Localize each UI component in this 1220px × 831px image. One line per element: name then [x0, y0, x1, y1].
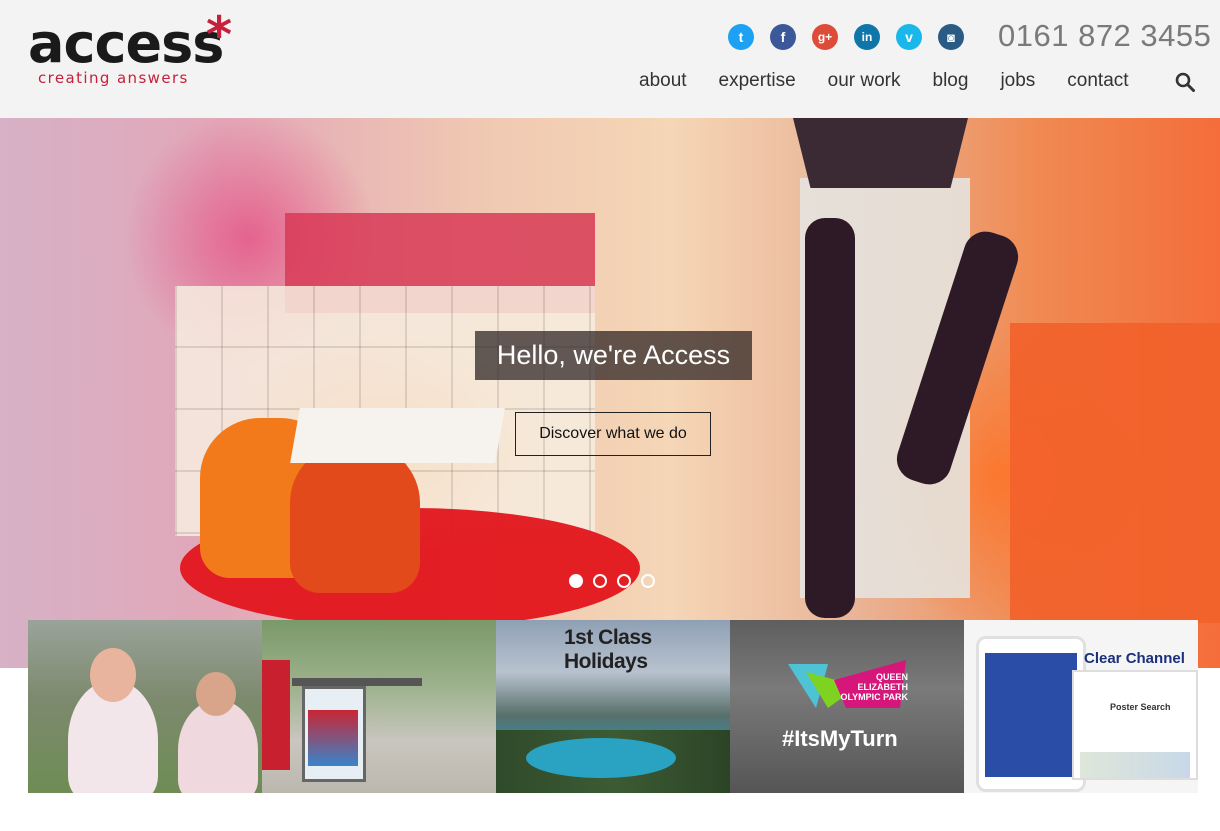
poster-search-title: Poster Search	[1110, 702, 1171, 712]
slider-dots	[569, 574, 655, 588]
thumb-photo-map	[1080, 752, 1190, 778]
thumb-clear-channel[interactable]: Poster Search Clear Channel	[964, 620, 1198, 793]
hero-photo-robot-hat	[793, 118, 968, 188]
logo-asterisk: *	[206, 6, 233, 64]
site-header: access * creating answers t f g+ in v ◙ …	[0, 0, 1220, 118]
access-logo[interactable]: access * creating answers	[28, 10, 238, 91]
hero-slider: Hello, we're Access Discover what we do	[0, 118, 1220, 668]
googleplus-icon[interactable]: g+	[812, 24, 838, 50]
thumb-photo-laptop: Poster Search	[1072, 670, 1198, 780]
nav-about[interactable]: about	[639, 70, 687, 92]
slider-dot-1[interactable]	[569, 574, 583, 588]
instagram-icon[interactable]: ◙	[938, 24, 964, 50]
thumb-photo-face	[196, 672, 236, 716]
discover-button[interactable]: Discover what we do	[515, 412, 711, 456]
hero-photo-orange-box	[1010, 323, 1220, 623]
facebook-icon[interactable]: f	[770, 24, 796, 50]
twitter-icon[interactable]: t	[728, 24, 754, 50]
thumb-colour-run[interactable]	[28, 620, 262, 793]
thumb-photo-tablet-screen	[985, 653, 1077, 777]
thumb-photo-face	[90, 648, 136, 702]
hero-photo-pipe	[805, 218, 855, 618]
slider-dot-4[interactable]	[641, 574, 655, 588]
vimeo-icon[interactable]: v	[896, 24, 922, 50]
thumb-photo-shelter-roof	[292, 678, 422, 686]
olympic-park-text: QUEEN ELIZABETH OLYMPIC PARK	[840, 672, 908, 702]
hero-photo-chair	[290, 443, 420, 593]
thumb-photo-bus	[262, 660, 290, 770]
search-icon[interactable]	[1175, 72, 1195, 92]
logo-tagline: creating answers	[38, 69, 189, 87]
social-links: t f g+ in v ◙	[728, 24, 964, 50]
nav-expertise[interactable]: expertise	[719, 70, 796, 92]
thumb-photo-poster	[308, 710, 358, 766]
nav-blog[interactable]: blog	[933, 70, 969, 92]
slider-dot-3[interactable]	[617, 574, 631, 588]
thumb-caption: 1st Class Holidays	[564, 626, 652, 673]
linkedin-icon[interactable]: in	[854, 24, 880, 50]
thumb-bus-shelter[interactable]	[262, 620, 496, 793]
phone-number[interactable]: 0161 872 3455	[998, 18, 1211, 54]
thumb-photo-lake	[526, 738, 676, 778]
slider-dot-2[interactable]	[593, 574, 607, 588]
work-thumbnails: 1st Class Holidays QUEEN ELIZABETH OLYMP…	[28, 620, 1198, 793]
nav-jobs[interactable]: jobs	[1000, 70, 1035, 92]
thumb-photo-tablet	[976, 636, 1086, 792]
thumb-olympic-park[interactable]: QUEEN ELIZABETH OLYMPIC PARK #ItsMyTurn	[730, 620, 964, 793]
clear-channel-logo: Clear Channel	[1084, 650, 1185, 667]
hero-photo-table	[290, 408, 505, 463]
nav-contact[interactable]: contact	[1067, 70, 1128, 92]
main-nav: about expertise our work blog jobs conta…	[639, 70, 1161, 92]
nav-our-work[interactable]: our work	[828, 70, 901, 92]
thumb-caption: #ItsMyTurn	[782, 726, 898, 751]
hero-title: Hello, we're Access	[475, 331, 752, 380]
logo-wordmark: access	[28, 12, 224, 75]
thumb-1st-class-holidays[interactable]: 1st Class Holidays	[496, 620, 730, 793]
